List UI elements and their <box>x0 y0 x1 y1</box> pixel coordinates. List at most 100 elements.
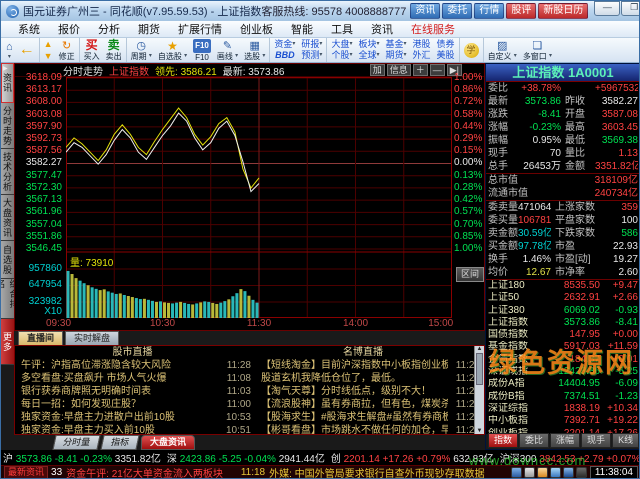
toolbar-draw-button[interactable]: ✎画线 ▾ <box>214 38 241 62</box>
share-icon[interactable] <box>563 467 574 478</box>
toolbar-menu-预测[interactable]: 预测▾ <box>301 50 322 61</box>
left-tab[interactable]: 自选股 <box>1 241 14 279</box>
toolbar-stock-picker-button[interactable]: ▦选股 ▾ <box>241 38 270 62</box>
index-bar-item[interactable]: 沪 3573.86 -8.41 -0.23% 3351.82亿 <box>3 450 161 465</box>
toolbar-menu-个股[interactable]: 个股▾ <box>331 50 352 61</box>
menu-item[interactable]: 资讯 <box>362 21 402 37</box>
news-item[interactable]: 每日一招：如何发现庄股？ 11:00 <box>15 398 255 411</box>
menu-item[interactable]: 工具 <box>322 21 362 37</box>
toolbar-market-stock-button[interactable]: 大盘▾个股▾ <box>328 38 355 62</box>
toolbar-menu-全球[interactable]: 全球▾ <box>358 50 379 61</box>
toolbar-buy-button[interactable]: 买买入 <box>81 38 103 62</box>
toolbar-learn-button[interactable]: 学 <box>461 38 484 62</box>
status-message-2[interactable]: 外媒: 中国外管局要求银行自查外币现钞存取数据 <box>269 465 485 478</box>
quote-panel-tab[interactable]: 委比 <box>519 433 549 448</box>
news-item[interactable]: 午评：沪指高位滞涨隐含较大风险 11:28 <box>15 359 255 372</box>
toolbar-multi-window-button[interactable]: ❏多窗口 ▾ <box>520 38 555 62</box>
toolbar-menu-基金[interactable]: 基金▾ <box>386 39 407 50</box>
calendar-icon[interactable] <box>537 467 548 478</box>
toolbar-watchlist-button[interactable]: ★自选股 ▾ <box>155 38 190 62</box>
scrollbar-thumb[interactable] <box>476 353 483 385</box>
toolbar-menu-美股[interactable]: 美股 <box>437 50 455 61</box>
index-list-row[interactable]: 企债指数 184.37 +0.01 <box>486 354 640 366</box>
toolbar-sector-global-button[interactable]: 板块▾全球▾ <box>355 38 382 62</box>
chart-header-button[interactable]: 加 <box>370 64 385 76</box>
left-tab[interactable]: 大盘资讯 <box>1 195 14 241</box>
news-item[interactable]: 【流浪股神】虽有券商拉，但有色，煤炭杀... 11:25 <box>255 398 484 411</box>
titlebar-quick-button[interactable]: 股评 <box>506 3 536 19</box>
toolbar-menu-外汇[interactable]: 外汇 <box>413 50 431 61</box>
toolbar-fund-futures-button[interactable]: 基金▾期货▾ <box>383 38 410 62</box>
toolbar-custom-layout-button[interactable]: ▨自定义 ▾ <box>485 38 520 62</box>
news-bottom-tab[interactable]: 分时量 <box>52 435 100 450</box>
quote-panel-tab[interactable]: 涨幅 <box>550 433 580 448</box>
maximize-button[interactable]: ❐ <box>621 1 640 16</box>
toolbar-menu-大盘[interactable]: 大盘▾ <box>331 39 352 50</box>
left-tab[interactable]: 更多 <box>1 319 14 365</box>
news-tab[interactable]: 直播间 <box>18 331 63 345</box>
menu-item[interactable]: 报价 <box>49 21 89 37</box>
left-tab[interactable]: 分时走势 <box>1 103 14 149</box>
phone-icon[interactable] <box>576 467 587 478</box>
menu-item[interactable]: 扩展行情 <box>169 21 231 37</box>
toolbar-home-button[interactable]: ⌂▾ <box>3 38 16 62</box>
left-tab[interactable]: 技术分析 <box>1 149 14 195</box>
menu-item[interactable]: 期货 <box>129 21 169 37</box>
chart-header-button[interactable]: — <box>430 64 445 76</box>
scroll-down-arrow[interactable]: ▼ <box>475 428 484 434</box>
minimize-button[interactable]: — <box>594 1 620 16</box>
news-item[interactable]: 【彬哥看盘】市场跳水不做任何的加仓，早... 11:23 <box>255 424 484 435</box>
index-list-row[interactable]: 基金指数 5917.03 +11.59 <box>486 341 640 353</box>
toolbar-menu-BBD[interactable]: BBD <box>275 50 295 61</box>
titlebar-quick-button[interactable]: 行情 <box>474 3 504 19</box>
intraday-chart[interactable] <box>66 77 452 318</box>
chat-icon[interactable] <box>511 467 522 478</box>
titlebar-quick-button[interactable]: 新股日历 <box>538 3 588 19</box>
quote-panel-tab[interactable]: 现手 <box>581 433 611 448</box>
index-list-row[interactable]: 上证380 6069.02 -0.93 <box>486 305 640 317</box>
toolbar-menu-港股[interactable]: 港股 <box>413 39 431 50</box>
news-item[interactable]: 股道玄机我降低仓位了，最低。 11:26 <box>255 372 484 385</box>
status-message-1[interactable]: 资金午评: 21亿大单资金流入两板块 <box>66 465 223 478</box>
quote-panel-tab[interactable]: 指数 <box>488 433 518 448</box>
menu-item[interactable]: 智能 <box>282 21 322 37</box>
toolbar-page-arrows-button[interactable]: ▲▼ <box>41 38 56 62</box>
toolbar-bond-us-button[interactable]: 债券美股 <box>434 38 460 62</box>
toolbar-menu-资金[interactable]: 资金▾ <box>274 39 295 50</box>
toolbar-report-forecast-button[interactable]: 研报▾预测▾ <box>298 38 327 62</box>
toolbar-period-button[interactable]: ◷周期 ▾ <box>128 38 155 62</box>
news-scrollbar[interactable]: ▲▼ <box>474 346 484 434</box>
menu-item[interactable]: 在线服务 <box>402 21 464 37</box>
toolbar-funds-bbd-button[interactable]: 资金▾BBD <box>271 38 298 62</box>
index-list-row[interactable]: 深证成指 12423.86 -5.25 <box>486 366 640 378</box>
index-bar-item[interactable]: 创 2201.14 +17.26 +0.79% 632.83亿 <box>331 450 494 465</box>
index-list-row[interactable]: 中小板指 7392.71 +19.22 <box>486 415 640 427</box>
toolbar-menu-期货[interactable]: 期货▾ <box>386 50 407 61</box>
index-list-row[interactable]: 上证180 8535.50 +9.47 <box>486 280 640 292</box>
menu-item[interactable]: 系统 <box>9 21 49 37</box>
news-item[interactable]: 独家资金:早盘主力进散户出前10股 10:53 <box>15 411 255 424</box>
titlebar-quick-button[interactable]: 资讯 <box>410 3 440 19</box>
news-bottom-tab[interactable]: 大盘资讯 <box>141 435 195 450</box>
toolbar-back-button[interactable]: ← <box>16 38 40 62</box>
quote-panel-tab[interactable]: K线 <box>612 433 639 448</box>
index-list-row[interactable]: 上证指数 3573.86 -8.41 <box>486 317 640 329</box>
bell-icon[interactable] <box>524 467 535 478</box>
toolbar-menu-板块[interactable]: 板块▾ <box>358 39 379 50</box>
index-bar-item[interactable]: 沪深300 3842.53 +2.79 +0.07% <box>500 450 640 465</box>
sidebar-expander-icon[interactable]: ▶ <box>3 65 8 72</box>
menu-item[interactable]: 创业板 <box>231 21 282 37</box>
interval-button[interactable]: 区间 <box>456 267 484 282</box>
chart-header-button[interactable]: ＋ <box>413 64 428 76</box>
chart-header-button[interactable]: 信息 <box>387 64 411 76</box>
news-item[interactable]: 【淘气天尊】分时线低点，级别不大！ 11:25 <box>255 385 484 398</box>
toolbar-refresh-button[interactable]: ↻修正 <box>56 38 80 62</box>
index-list-row[interactable]: 深证综指 1838.19 +10.34 <box>486 403 640 415</box>
index-list-row[interactable]: 国债指数 147.95 +0.00 <box>486 329 640 341</box>
news-item[interactable]: 独家资金:早盘主力买入前10股 10:51 <box>15 424 255 435</box>
news-tab[interactable]: 实时解盘 <box>65 331 119 345</box>
news-item[interactable]: 多空看盘:买盘飙升 市场人气火爆 11:08 <box>15 372 255 385</box>
toolbar-menu-债券[interactable]: 债券 <box>437 39 455 50</box>
index-list-row[interactable]: 上证50 2632.91 +2.66 <box>486 292 640 304</box>
news-item[interactable]: 银行获券商牌照无明确时间表 11:03 <box>15 385 255 398</box>
